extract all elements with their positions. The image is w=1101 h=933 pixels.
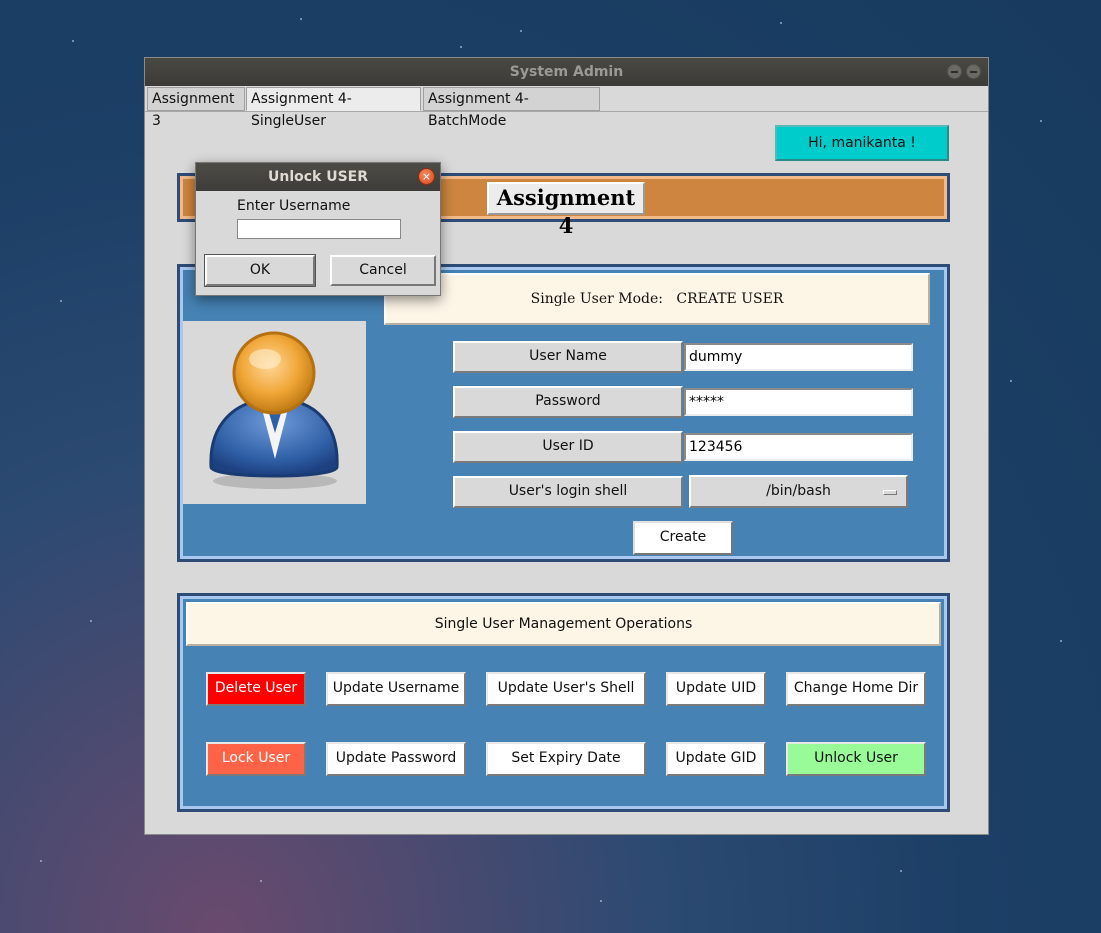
password-input[interactable]: ***** [684, 388, 913, 416]
update-uid-button[interactable]: Update UID [666, 672, 766, 706]
greeting-button[interactable]: Hi, manikanta ! [775, 125, 949, 161]
dialog-prompt: Enter Username [237, 198, 351, 214]
dialog-title: Unlock USER [267, 169, 369, 185]
username-input[interactable]: dummy [684, 343, 913, 371]
tab-assignment-3[interactable]: Assignment 3 [147, 87, 245, 129]
userid-label: User ID [453, 431, 683, 463]
mode-label: Single User Mode: CREATE USER [384, 273, 930, 325]
mode-value: CREATE USER [676, 291, 784, 307]
banner-title: Assignment 4 [487, 182, 645, 238]
lock-user-button[interactable]: Lock User [206, 742, 306, 776]
username-label: User Name [453, 341, 683, 373]
update-shell-button[interactable]: Update User's Shell [486, 672, 646, 706]
set-expiry-date-button[interactable]: Set Expiry Date [486, 742, 646, 776]
user-avatar-icon [183, 321, 366, 504]
close-window-icon[interactable] [966, 64, 981, 79]
shell-select-value: /bin/bash [766, 483, 831, 499]
dropdown-indicator-icon [883, 490, 897, 495]
unlock-user-dialog: Unlock USER × Enter Username OK Cancel [195, 162, 441, 296]
dialog-titlebar[interactable]: Unlock USER × [196, 163, 440, 191]
user-management-panel: Single User Management Operations Delete… [177, 593, 950, 812]
mode-prefix: Single User Mode: [530, 291, 664, 307]
shell-select[interactable]: /bin/bash [689, 475, 908, 508]
cancel-button[interactable]: Cancel [330, 255, 436, 286]
tab-assignment-4-singleuser[interactable]: Assignment 4-SingleUser [246, 87, 421, 129]
update-password-button[interactable]: Update Password [326, 742, 466, 776]
change-home-dir-button[interactable]: Change Home Dir [786, 672, 926, 706]
shell-label: User's login shell [453, 476, 683, 508]
minimize-icon[interactable] [947, 64, 962, 79]
password-label: Password [453, 386, 683, 418]
ok-button[interactable]: OK [204, 254, 316, 287]
tab-bar: Assignment 3 Assignment 4-SingleUser Ass… [145, 86, 988, 129]
management-title: Single User Management Operations [186, 602, 941, 646]
userid-input[interactable]: 123456 [684, 433, 913, 461]
dialog-username-input[interactable] [237, 219, 401, 239]
create-user-panel: Single User Mode: CREATE USER User Name … [177, 264, 950, 562]
update-gid-button[interactable]: Update GID [666, 742, 766, 776]
close-icon[interactable]: × [418, 168, 435, 185]
window-titlebar[interactable]: System Admin [145, 58, 988, 86]
delete-user-button[interactable]: Delete User [206, 672, 306, 706]
window-title: System Admin [509, 64, 624, 80]
update-username-button[interactable]: Update Username [326, 672, 466, 706]
create-button[interactable]: Create [633, 521, 733, 555]
unlock-user-button[interactable]: Unlock User [786, 742, 926, 776]
tab-assignment-4-batchmode[interactable]: Assignment 4-BatchMode [423, 87, 600, 129]
